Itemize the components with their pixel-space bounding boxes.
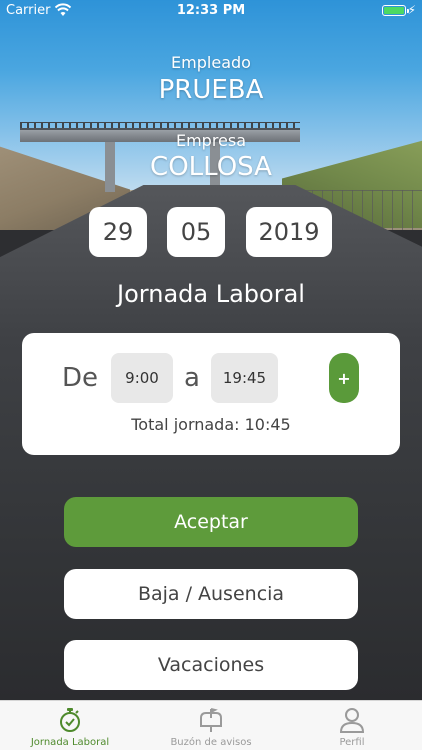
from-label: De bbox=[62, 363, 99, 393]
battery-icon bbox=[382, 5, 409, 16]
leave-absence-button[interactable]: Baja / Ausencia bbox=[64, 569, 358, 619]
status-bar: Carrier 12:33 PM ⚡ bbox=[0, 0, 422, 22]
tab-label: Buzón de avisos bbox=[170, 737, 252, 748]
employee-name: PRUEBA bbox=[158, 75, 264, 105]
tab-label: Jornada Laboral bbox=[30, 737, 110, 748]
vacation-button[interactable]: Vacaciones bbox=[64, 640, 358, 690]
section-title: Jornada Laboral bbox=[117, 280, 305, 308]
tab-label: Perfil bbox=[339, 737, 365, 748]
date-month[interactable]: 05 bbox=[167, 207, 225, 257]
add-shift-button[interactable]: + bbox=[329, 353, 359, 403]
company-name: COLLOSA bbox=[150, 152, 272, 182]
start-time-field[interactable]: 9:00 bbox=[111, 353, 173, 403]
date-day[interactable]: 29 bbox=[89, 207, 147, 257]
total-hours: Total jornada: 10:45 bbox=[131, 415, 291, 434]
charging-icon: ⚡ bbox=[407, 3, 416, 17]
tab-perfil[interactable]: Perfil bbox=[282, 701, 422, 750]
tab-bar: Jornada Laboral Buzón de avisos Perfil bbox=[0, 700, 422, 750]
date-year[interactable]: 2019 bbox=[246, 207, 332, 257]
tab-buzon-de-avisos[interactable]: Buzón de avisos bbox=[141, 701, 281, 750]
employee-label: Empleado bbox=[171, 53, 251, 72]
shift-card: De 9:00 a 19:45 + Total jornada: 10:45 bbox=[22, 333, 400, 455]
to-label: a bbox=[184, 363, 200, 393]
end-time-field[interactable]: 19:45 bbox=[211, 353, 278, 403]
clock: 12:33 PM bbox=[176, 3, 246, 18]
company-label: Empresa bbox=[175, 131, 247, 150]
user-icon bbox=[339, 708, 365, 733]
stopwatch-check-icon bbox=[60, 708, 80, 732]
mailbox-icon bbox=[200, 708, 222, 732]
tab-jornada-laboral[interactable]: Jornada Laboral bbox=[0, 701, 140, 750]
accept-button[interactable]: Aceptar bbox=[64, 497, 358, 547]
